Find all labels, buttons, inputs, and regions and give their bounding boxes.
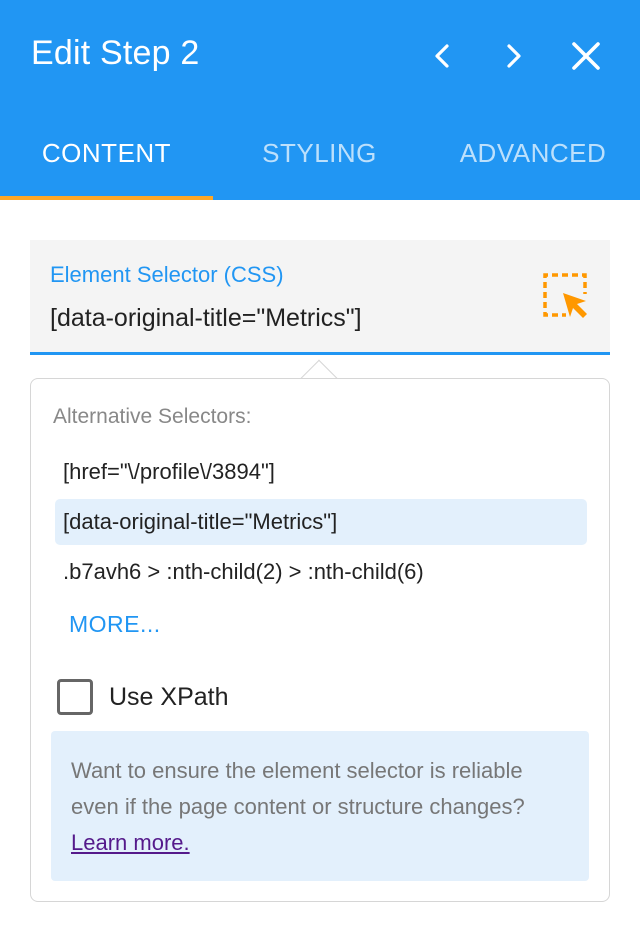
learn-more-link[interactable]: Learn more.: [71, 830, 190, 855]
alternative-selector-item[interactable]: .b7avh6 > :nth-child(2) > :nth-child(6): [55, 549, 587, 595]
use-xpath-label: Use XPath: [109, 682, 229, 711]
selector-reliability-tip: Want to ensure the element selector is r…: [51, 731, 589, 881]
element-selector-field[interactable]: Element Selector (CSS) [data-original-ti…: [30, 240, 610, 355]
use-xpath-checkbox[interactable]: [57, 679, 93, 715]
tab-advanced-label: ADVANCED: [459, 138, 607, 168]
chevron-left-icon: [435, 44, 449, 68]
tab-styling-label: STYLING: [262, 138, 377, 168]
alternative-selectors-panel: Alternative Selectors: [href="\/profile\…: [30, 378, 610, 902]
more-selectors-link[interactable]: MORE...: [69, 611, 161, 638]
alternative-selectors-label: Alternative Selectors:: [53, 405, 252, 428]
close-icon: [572, 42, 600, 70]
close-button[interactable]: [564, 34, 608, 78]
alternative-selector-item-selected[interactable]: [data-original-title="Metrics"]: [55, 499, 587, 545]
previous-step-button[interactable]: [420, 34, 464, 78]
tab-styling[interactable]: STYLING: [213, 138, 426, 200]
chevron-right-icon: [507, 44, 521, 68]
active-tab-indicator: [0, 196, 213, 200]
element-picker-icon: [543, 273, 587, 318]
editor-header: Edit Step 2 CONTENT STYLING ADVANCED: [0, 0, 640, 200]
use-xpath-toggle[interactable]: Use XPath: [57, 677, 229, 717]
header-title: Edit Step 2: [31, 34, 200, 72]
alternative-selector-item[interactable]: [href="\/profile\/3894"]: [55, 449, 587, 495]
element-picker-button[interactable]: [542, 272, 590, 320]
tab-content[interactable]: CONTENT: [0, 138, 213, 200]
tip-text: Want to ensure the element selector is r…: [71, 758, 525, 819]
tab-content-label: CONTENT: [41, 138, 172, 168]
next-step-button[interactable]: [492, 34, 536, 78]
element-selector-label: Element Selector (CSS): [50, 262, 284, 287]
element-selector-input[interactable]: [data-original-title="Metrics"]: [50, 304, 362, 333]
tab-advanced[interactable]: ADVANCED: [426, 138, 640, 200]
